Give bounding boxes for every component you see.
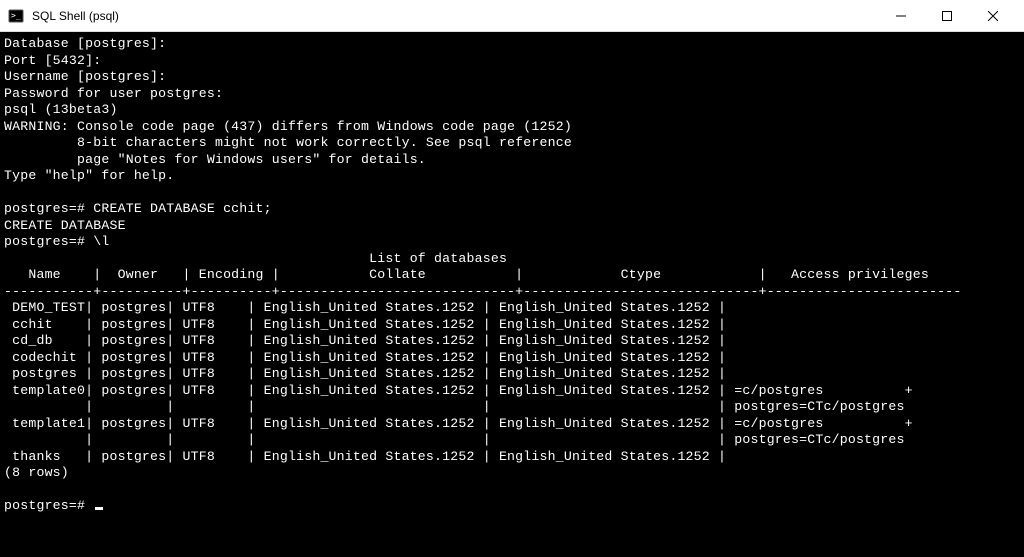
terminal-icon: >_ <box>8 8 24 24</box>
svg-text:>_: >_ <box>11 11 21 20</box>
cursor <box>95 507 103 510</box>
table-divider-line: -----------+----------+----------+------… <box>4 284 961 299</box>
window-title: SQL Shell (psql) <box>32 9 878 23</box>
minimize-button[interactable] <box>878 0 924 32</box>
maximize-button[interactable] <box>924 0 970 32</box>
terminal-body[interactable]: Database [postgres]: Port [5432]: Userna… <box>0 32 1024 557</box>
close-button[interactable] <box>970 0 1016 32</box>
table-header-line: Name | Owner | Encoding | Collate | Ctyp… <box>4 267 961 282</box>
table-title-line: List of databases <box>4 251 880 266</box>
titlebar: >_ SQL Shell (psql) <box>0 0 1024 32</box>
terminal-pre-lines: Database [postgres]: Port [5432]: Userna… <box>4 36 572 249</box>
window-controls <box>878 0 1016 32</box>
row-count: (8 rows) <box>4 465 69 480</box>
prompt: postgres=# <box>4 498 93 513</box>
table-rows: DEMO_TEST| postgres| UTF8 | English_Unit… <box>4 300 913 464</box>
